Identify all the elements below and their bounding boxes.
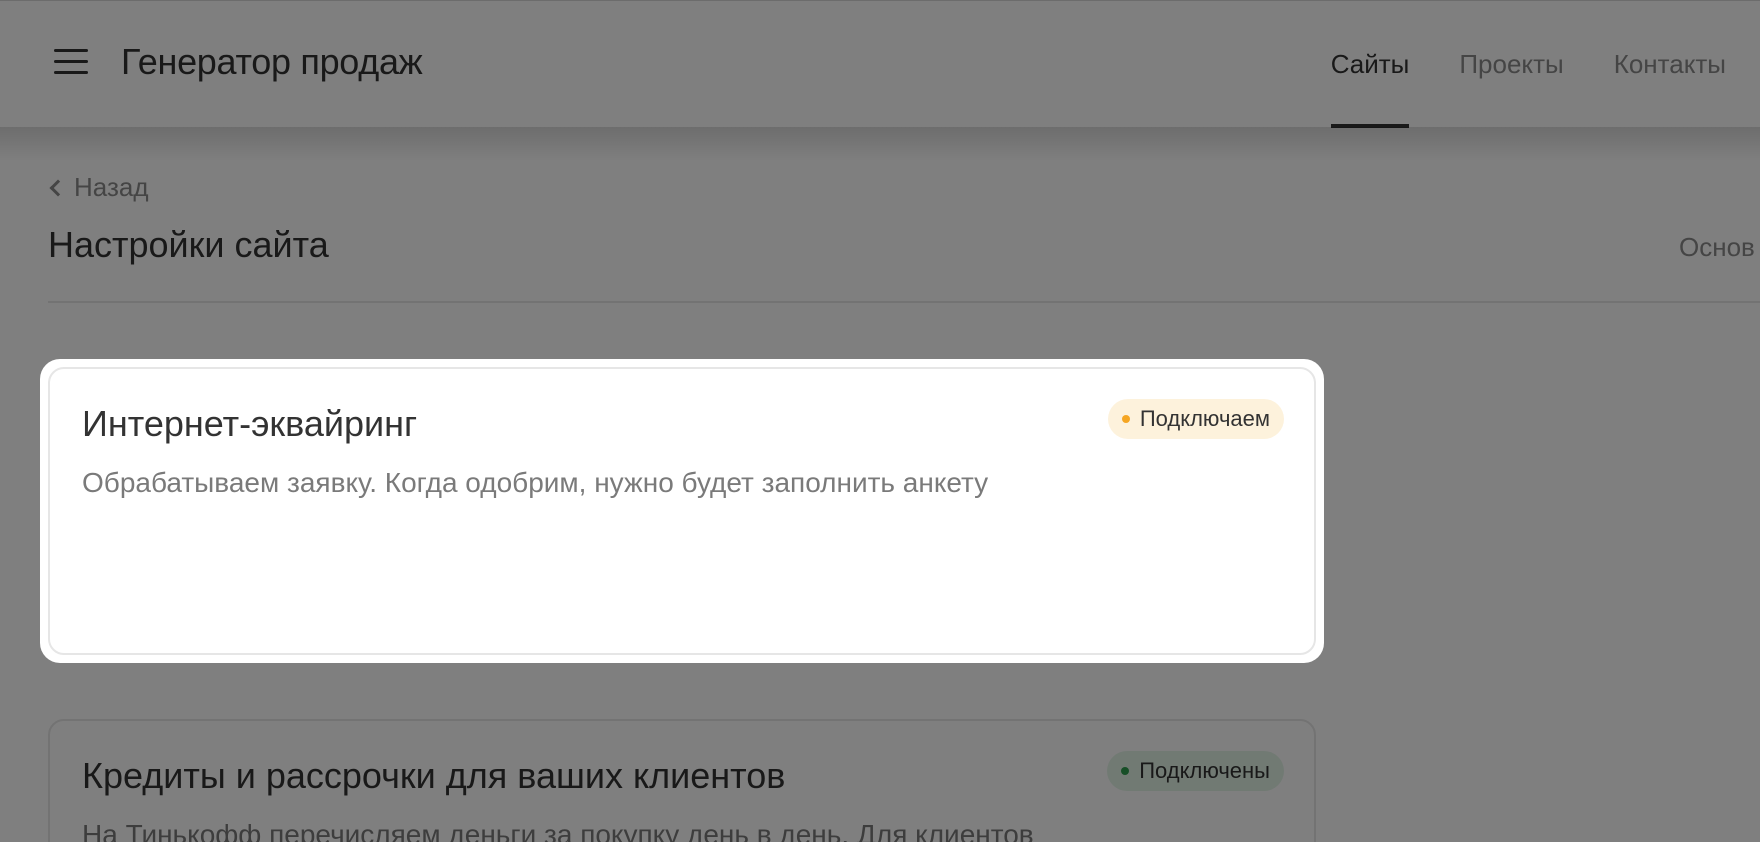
chevron-left-icon [49,179,67,196]
tab-main[interactable]: Основ [1679,232,1755,263]
back-label: Назад [74,172,149,202]
menu-icon[interactable] [52,46,90,78]
status-badge-label: Подключаем [1139,406,1270,431]
header-shadow [0,127,1760,161]
brand-title: Генератор продаж [121,41,423,82]
card-title: Кредиты и рассрочки для ваших клиентов [82,755,786,796]
top-header: Генератор продаж Сайты Проекты Контакты [0,0,1760,128]
card-credits[interactable]: Кредиты и рассрочки для ваших клиентов П… [48,719,1316,842]
card-description: На Тинькофф перечисляем деньги за покупк… [82,819,1034,842]
status-badge: Подключаем [1107,399,1284,439]
nav-item-contacts[interactable]: Контакты [1614,1,1726,128]
divider [48,301,1760,303]
page-title: Настройки сайта [48,224,329,265]
status-badge-label: Подключены [1139,758,1270,783]
back-link[interactable]: Назад [48,172,149,203]
nav-item-sites[interactable]: Сайты [1330,1,1409,128]
nav-item-projects[interactable]: Проекты [1459,1,1563,128]
highlight-frame: Интернет-эквайринг Подключаем Обрабатыва… [40,359,1324,663]
card-title: Интернет-эквайринг [82,403,418,444]
card-description: Обрабатываем заявку. Когда одобрим, нужн… [82,467,989,498]
card-acquiring[interactable]: Интернет-эквайринг Подключаем Обрабатыва… [48,367,1316,655]
status-dot-icon [1121,767,1130,775]
status-dot-icon [1121,415,1130,423]
top-nav: Сайты Проекты Контакты [1330,1,1726,128]
status-badge: Подключены [1107,751,1284,791]
